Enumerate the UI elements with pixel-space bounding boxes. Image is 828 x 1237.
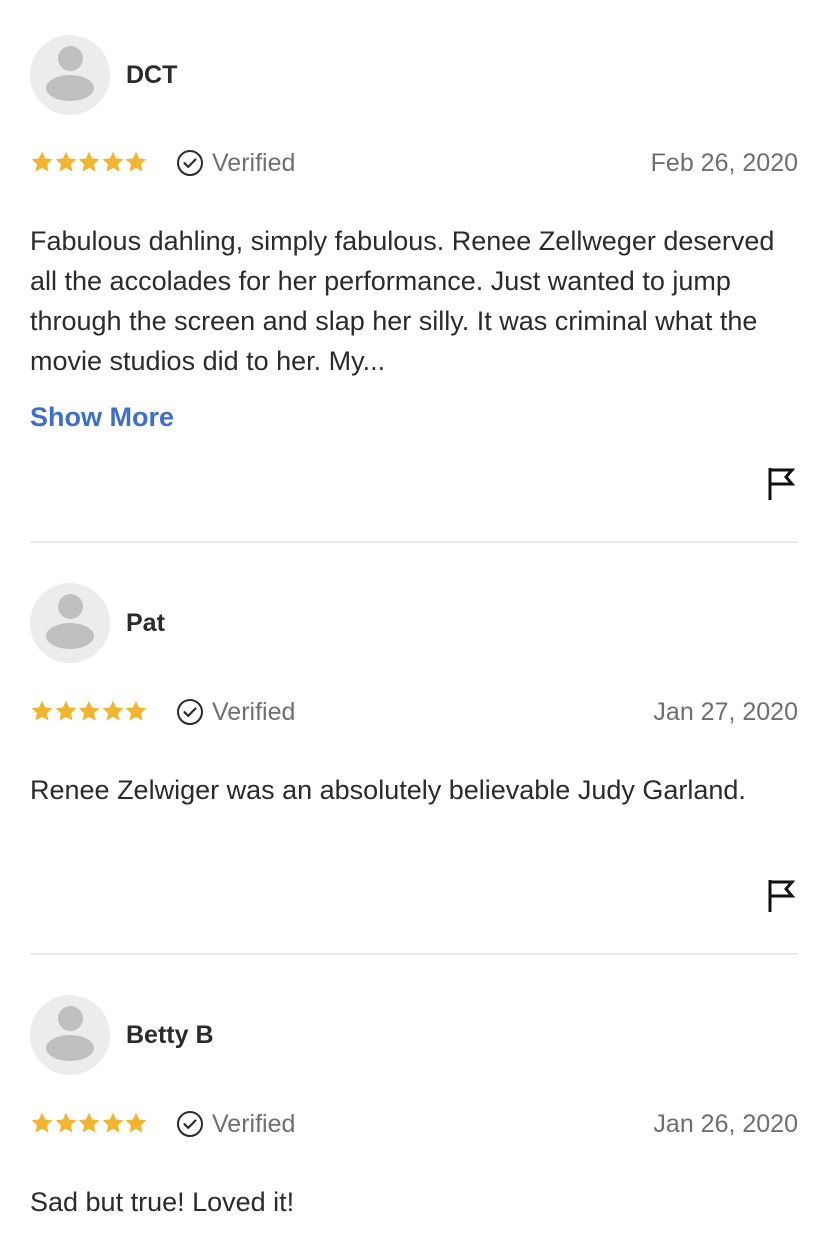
- review-author: Betty B: [126, 1021, 214, 1049]
- review-author: DCT: [126, 61, 178, 89]
- review-meta: Verified Jan 27, 2020: [30, 695, 798, 729]
- user-avatar-icon: [30, 583, 110, 663]
- star-icon: [125, 151, 147, 172]
- star-icon: [102, 700, 123, 721]
- star-icon: [55, 151, 76, 172]
- verified-label: Verified: [212, 149, 296, 177]
- review-item: Betty B Verified Jan 26, 2020 Sad but tr…: [30, 955, 798, 1235]
- review-text: Sad but true! Loved it!: [30, 1187, 295, 1217]
- star-icon: [125, 700, 147, 721]
- check-circle-icon: [177, 1111, 203, 1137]
- star-icon: [55, 1112, 76, 1133]
- review-author: Pat: [126, 609, 165, 637]
- verified-label: Verified: [212, 698, 296, 726]
- review-item: DCT Verified Feb 26, 2020 Fabulous dahli…: [30, 0, 798, 543]
- star-icon: [125, 1112, 147, 1133]
- verified-badge: Verified: [176, 695, 295, 729]
- star-icon: [31, 700, 53, 721]
- verified-label: Verified: [212, 1110, 296, 1138]
- star-rating: [30, 699, 148, 723]
- star-icon: [78, 700, 100, 721]
- star-icon: [55, 700, 76, 721]
- star-icon: [78, 1112, 100, 1133]
- check-circle-icon: [177, 150, 203, 176]
- star-rating: [30, 1111, 148, 1135]
- review-date: Jan 26, 2020: [653, 1110, 798, 1138]
- flag-icon[interactable]: [766, 878, 796, 912]
- review-meta: Verified Jan 26, 2020: [30, 1107, 798, 1141]
- review-item: Pat Verified Jan 27, 2020 Renee Zelwiger…: [30, 543, 798, 955]
- review-text: Renee Zelwiger was an absolutely believa…: [30, 775, 746, 805]
- verified-badge: Verified: [176, 1107, 295, 1141]
- review-date: Feb 26, 2020: [650, 149, 798, 177]
- star-icon: [31, 151, 53, 172]
- star-icon: [31, 1112, 53, 1133]
- show-more-link[interactable]: Show More: [30, 400, 174, 434]
- flag-icon[interactable]: [766, 466, 796, 500]
- reviews-list: DCT Verified Feb 26, 2020 Fabulous dahli…: [0, 0, 828, 1237]
- star-rating: [30, 150, 148, 174]
- review-text: Fabulous dahling, simply fabulous. Renee…: [30, 226, 775, 376]
- user-avatar-icon: [30, 995, 110, 1075]
- star-icon: [78, 151, 100, 172]
- review-meta: Verified Feb 26, 2020: [30, 146, 798, 180]
- verified-badge: Verified: [176, 146, 295, 180]
- star-icon: [102, 1112, 123, 1133]
- review-date: Jan 27, 2020: [653, 698, 798, 726]
- star-icon: [102, 151, 123, 172]
- user-avatar-icon: [30, 35, 110, 115]
- check-circle-icon: [177, 699, 203, 725]
